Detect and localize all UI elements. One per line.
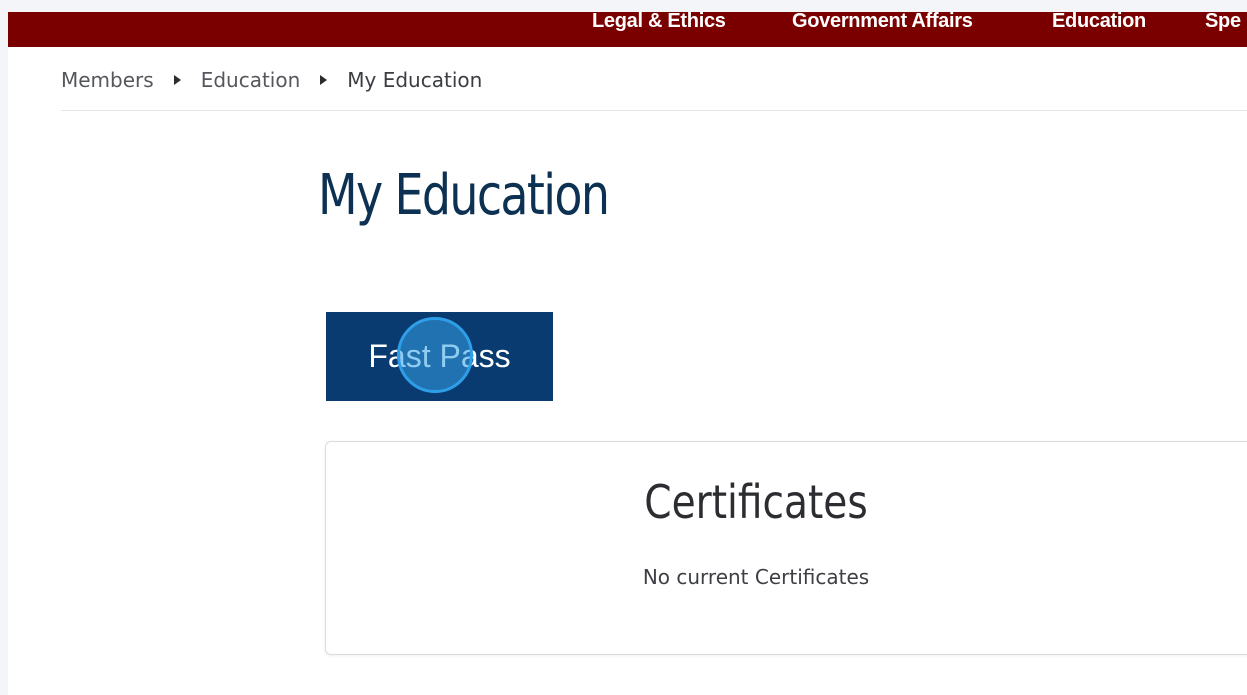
nav-item-education[interactable]: Education: [1052, 12, 1146, 32]
top-navigation-bar: Legal & Ethics Government Affairs Educat…: [8, 12, 1247, 47]
certificates-empty-message: No current Certificates: [642, 565, 870, 589]
breadcrumb-my-education: My Education: [347, 68, 483, 92]
certificates-card: Certificates No current Certificates: [325, 441, 1247, 655]
breadcrumb: Members Education My Education: [61, 65, 482, 95]
breadcrumb-members[interactable]: Members: [61, 68, 154, 92]
nav-item-legal-ethics[interactable]: Legal & Ethics: [592, 12, 726, 32]
triangle-right-icon: [320, 75, 328, 85]
breadcrumb-divider: [61, 110, 1247, 111]
nav-item-government-affairs[interactable]: Government Affairs: [792, 12, 973, 32]
triangle-right-icon: [173, 75, 181, 85]
certificates-heading: Certificates: [644, 475, 868, 529]
page: Legal & Ethics Government Affairs Educat…: [8, 12, 1247, 695]
nav-item-special[interactable]: Spe: [1205, 12, 1241, 32]
page-title: My Education: [318, 163, 610, 228]
breadcrumb-education[interactable]: Education: [201, 68, 301, 92]
fast-pass-button[interactable]: Fast Pass: [326, 312, 553, 401]
